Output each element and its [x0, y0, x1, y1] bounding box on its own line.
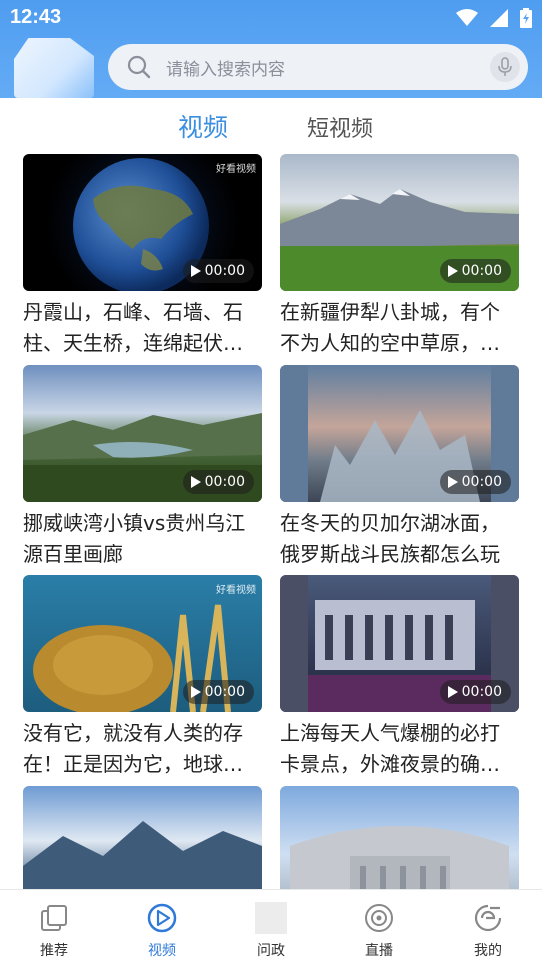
duration-text: 00:00 [204, 263, 245, 279]
video-thumbnail[interactable]: 00:00 [280, 154, 519, 291]
duration-text: 00:00 [461, 263, 502, 279]
profile-icon [474, 904, 502, 932]
signal-icon [490, 9, 508, 27]
search-icon [127, 55, 151, 79]
duration-badge: 00:00 [439, 259, 511, 283]
nav-label: 我的 [474, 943, 502, 959]
live-icon [365, 904, 393, 932]
duration-badge: 00:00 [439, 680, 511, 704]
wifi-icon [456, 9, 478, 26]
play-icon [190, 476, 201, 488]
search-placeholder[interactable]: 请输入搜索内容 [166, 55, 490, 80]
nav-label: 推荐 [40, 943, 68, 959]
category-tabs: 视频 短视频 [0, 100, 542, 150]
microphone-icon[interactable] [490, 52, 520, 82]
duration-badge: 00:00 [439, 470, 511, 494]
battery-icon [520, 8, 532, 28]
video-thumbnail[interactable]: 00:00 [23, 365, 262, 502]
tab-video[interactable]: 视频 [178, 108, 228, 144]
nav-video[interactable]: 视频 [122, 902, 202, 960]
video-title[interactable]: 挪威峡湾小镇vs贵州乌江源百里画廊 [23, 508, 262, 570]
status-bar: 12:43 [0, 0, 542, 36]
video-thumbnail[interactable]: 00:00 [280, 365, 519, 502]
duration-badge: 00:00 [182, 259, 254, 283]
video-title[interactable]: 在新疆伊犁八卦城，有个不为人知的空中草原，美如仙境 [280, 297, 519, 359]
duration-text: 00:00 [461, 684, 502, 700]
play-icon [190, 265, 201, 277]
video-card[interactable]: 00:00 在冬天的贝加尔湖冰面，俄罗斯战斗民族都怎么玩 [280, 365, 519, 570]
duration-text: 00:00 [461, 474, 502, 490]
video-card[interactable]: 好看视频 00:00 丹霞山，石峰、石墙、石柱、天生桥，连绵起伏的赤壁丹崖 [23, 154, 262, 359]
watermark-text: 好看视频 [216, 585, 256, 596]
status-time: 12:43 [10, 6, 62, 28]
nav-inquiry[interactable]: 问政 [231, 902, 311, 960]
video-card[interactable]: 00:00 在新疆伊犁八卦城，有个不为人知的空中草原，美如仙境 [280, 154, 519, 359]
tab-short-video[interactable]: 短视频 [307, 111, 373, 143]
duration-text: 00:00 [204, 684, 245, 700]
video-thumbnail[interactable]: 好看视频 00:00 [23, 154, 262, 291]
header: 12:43 请输入搜索内容 [0, 0, 542, 98]
video-title[interactable]: 丹霞山，石峰、石墙、石柱、天生桥，连绵起伏的赤壁丹崖 [23, 297, 262, 359]
nav-label: 直播 [365, 943, 393, 959]
play-icon [190, 686, 201, 698]
duration-badge: 00:00 [182, 470, 254, 494]
video-card[interactable]: 好看视频 00:00 没有它，就没有人类的存在！正是因为它，地球才有了生命 [23, 575, 262, 780]
play-icon [447, 686, 458, 698]
watermark-text: 好看视频 [216, 164, 256, 175]
nav-profile[interactable]: 我的 [448, 902, 528, 960]
video-title[interactable]: 上海每天人气爆棚的必打卡景点，外滩夜景的确很美 [280, 718, 519, 780]
nav-label: 视频 [148, 943, 176, 959]
play-icon [447, 476, 458, 488]
duration-badge: 00:00 [182, 680, 254, 704]
video-thumbnail[interactable]: 好看视频 00:00 [23, 575, 262, 712]
app-logo[interactable] [14, 38, 94, 98]
nav-recommend[interactable]: 推荐 [14, 902, 94, 960]
video-card[interactable]: 00:00 挪威峡湾小镇vs贵州乌江源百里画廊 [23, 365, 262, 570]
duration-text: 00:00 [204, 474, 245, 490]
inquiry-icon [255, 902, 287, 934]
recommend-icon [41, 905, 67, 931]
nav-label: 问政 [257, 943, 285, 959]
status-icons [456, 8, 532, 28]
video-icon [147, 903, 177, 933]
search-bar[interactable]: 请输入搜索内容 [108, 44, 528, 90]
bottom-navigation: 推荐 视频 问政 直播 我的 [0, 889, 542, 963]
nav-live[interactable]: 直播 [339, 902, 419, 960]
video-thumbnail[interactable]: 00:00 [280, 575, 519, 712]
play-icon [447, 265, 458, 277]
video-title[interactable]: 没有它，就没有人类的存在！正是因为它，地球才有了生命 [23, 718, 262, 780]
video-card[interactable]: 00:00 上海每天人气爆棚的必打卡景点，外滩夜景的确很美 [280, 575, 519, 780]
video-title[interactable]: 在冬天的贝加尔湖冰面，俄罗斯战斗民族都怎么玩 [280, 508, 519, 570]
